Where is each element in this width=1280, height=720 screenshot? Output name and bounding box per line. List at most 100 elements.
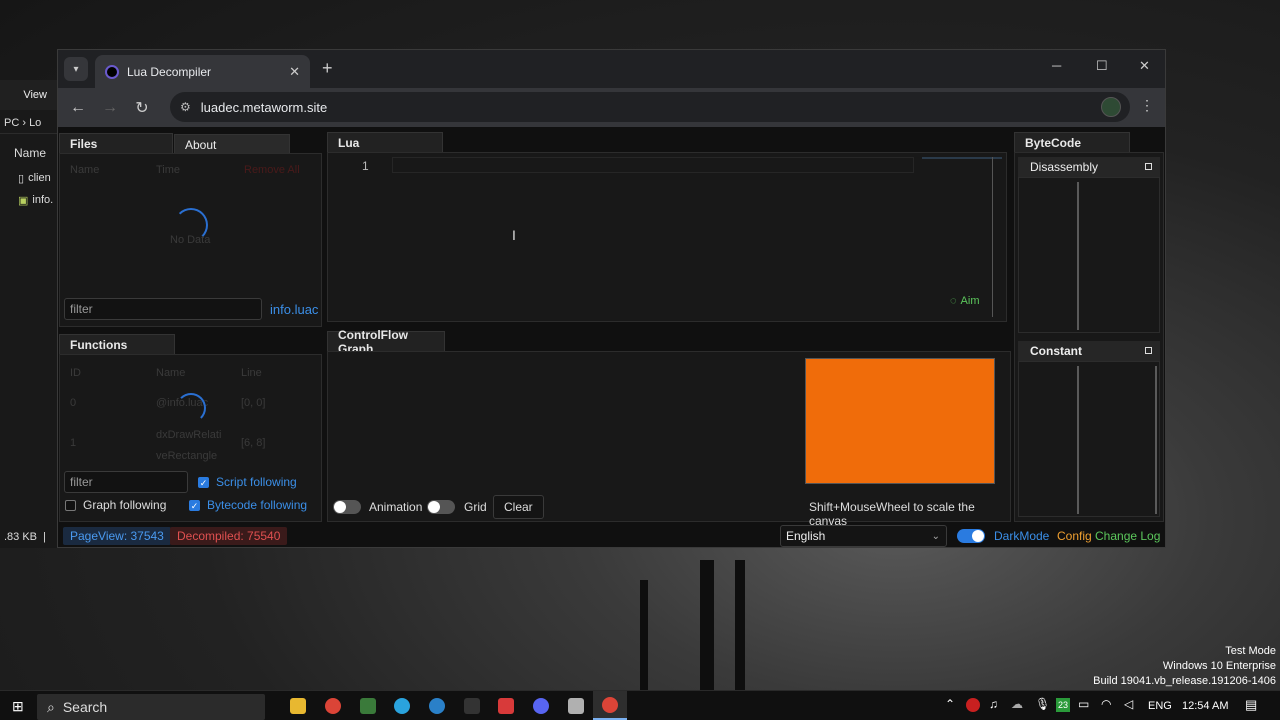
tab-lua[interactable]: Lua bbox=[327, 132, 443, 152]
address-bar[interactable]: ⚙ luadec.metaworm.site ☆ bbox=[170, 92, 1130, 122]
grid-toggle[interactable] bbox=[427, 500, 455, 514]
close-window-button[interactable]: ✕ bbox=[1139, 58, 1150, 74]
function-row-line[interactable]: [6, 8] bbox=[241, 437, 265, 449]
constant-scrollbar-right[interactable] bbox=[1155, 366, 1157, 514]
taskbar-search-box[interactable]: ⌕ Search bbox=[37, 694, 265, 720]
code-editor[interactable] bbox=[392, 157, 914, 173]
lua-editor-panel: 1 I ◌ Aim bbox=[327, 152, 1007, 322]
clear-button[interactable]: Clear bbox=[493, 495, 544, 519]
graph-following-checkbox[interactable]: Graph following bbox=[65, 498, 166, 512]
tab-bytecode[interactable]: ByteCode bbox=[1014, 132, 1130, 152]
toggle-knob bbox=[972, 530, 984, 542]
explorer-breadcrumb[interactable]: PC › Lo bbox=[0, 112, 59, 134]
wifi-icon[interactable]: ◠ bbox=[1101, 697, 1111, 711]
favicon-icon bbox=[105, 64, 119, 79]
darkmode-label: DarkMode bbox=[994, 529, 1050, 543]
darkmode-toggle[interactable] bbox=[957, 529, 985, 543]
animation-toggle[interactable] bbox=[333, 500, 361, 514]
disassembly-scrollbar[interactable] bbox=[1077, 182, 1079, 330]
constant-view[interactable] bbox=[1018, 361, 1160, 517]
tab-search-button[interactable]: ▾ bbox=[64, 57, 88, 81]
config-link[interactable]: Config bbox=[1057, 529, 1092, 543]
graph-canvas[interactable] bbox=[805, 358, 995, 484]
tab-files[interactable]: Files bbox=[59, 133, 173, 153]
aim-button[interactable]: ◌ Aim bbox=[950, 295, 980, 307]
explorer-menu-view[interactable]: View bbox=[0, 80, 59, 110]
telegram-icon[interactable] bbox=[394, 698, 410, 714]
disassembly-view[interactable] bbox=[1018, 177, 1160, 333]
back-button[interactable]: ← bbox=[62, 99, 94, 117]
checkbox-checked-icon: ✓ bbox=[198, 476, 209, 488]
file-explorer-icon[interactable] bbox=[290, 698, 306, 714]
app-icon[interactable] bbox=[360, 698, 376, 714]
explorer-file-item[interactable]: ▣ info. bbox=[0, 190, 59, 210]
discord-icon[interactable] bbox=[533, 698, 549, 714]
browser-tab[interactable]: Lua Decompiler ✕ bbox=[95, 55, 310, 88]
tree-trunk bbox=[735, 560, 745, 690]
editor-scrollbar[interactable] bbox=[992, 157, 993, 317]
maximize-icon[interactable] bbox=[1145, 163, 1152, 170]
functions-col-id[interactable]: ID bbox=[70, 367, 81, 379]
language-select[interactable]: English ⌄ bbox=[780, 525, 947, 547]
disassembly-header[interactable]: Disassembly bbox=[1018, 157, 1160, 177]
microphone-icon[interactable]: 🎙 bbox=[1035, 697, 1050, 711]
function-row-id[interactable]: 0 bbox=[70, 397, 76, 409]
files-col-name[interactable]: Name bbox=[70, 164, 99, 176]
explorer-status: .83 KB | bbox=[4, 531, 47, 543]
script-following-checkbox[interactable]: ✓ Script following bbox=[198, 475, 297, 489]
functions-col-line[interactable]: Line bbox=[241, 367, 262, 379]
changelog-link[interactable]: Change Log bbox=[1095, 529, 1160, 543]
files-col-time[interactable]: Time bbox=[156, 164, 180, 176]
function-row-name[interactable]: dxDrawRelati veRectangle bbox=[156, 425, 228, 467]
chrome-active-taskbar-item[interactable] bbox=[593, 691, 627, 720]
recorder-icon[interactable] bbox=[498, 698, 514, 714]
functions-col-name[interactable]: Name bbox=[156, 367, 185, 379]
constant-header[interactable]: Constant bbox=[1018, 341, 1160, 361]
volume-icon[interactable]: ◁ bbox=[1124, 697, 1133, 711]
explorer-file-item[interactable]: ▯ clien bbox=[0, 168, 59, 188]
maximize-button[interactable]: ☐ bbox=[1096, 58, 1108, 74]
tab-title: Lua Decompiler bbox=[127, 64, 212, 79]
function-row-line[interactable]: [0, 0] bbox=[241, 397, 265, 409]
editor-scroll-indicator bbox=[922, 157, 1002, 159]
profile-avatar[interactable] bbox=[1101, 97, 1121, 117]
site-settings-icon[interactable]: ⚙ bbox=[180, 100, 191, 114]
close-tab-icon[interactable]: ✕ bbox=[289, 64, 300, 80]
forward-button[interactable]: → bbox=[94, 99, 126, 117]
files-filter-input[interactable]: filter bbox=[64, 298, 262, 320]
battery-icon[interactable]: ▭ bbox=[1078, 697, 1089, 711]
tab-about[interactable]: About bbox=[174, 134, 290, 154]
minimize-button[interactable]: ─ bbox=[1052, 58, 1061, 73]
functions-filter-input[interactable]: filter bbox=[64, 471, 188, 493]
tray-badge-icon[interactable]: 23 bbox=[1056, 698, 1070, 712]
remove-all-button[interactable]: Remove All bbox=[244, 164, 300, 176]
aim-icon: ◌ bbox=[950, 295, 957, 307]
bytecode-following-checkbox[interactable]: ✓ Bytecode following bbox=[189, 498, 307, 512]
notifications-icon[interactable]: ▤ bbox=[1245, 697, 1257, 713]
tray-expand-icon[interactable]: ⌃ bbox=[945, 697, 955, 711]
tray-app-icon[interactable] bbox=[966, 698, 980, 712]
page-content: Files About Name Time Remove All No Data… bbox=[58, 127, 1165, 547]
new-tab-button[interactable]: + bbox=[322, 58, 333, 79]
browser-menu-icon[interactable]: ⋮ bbox=[1140, 97, 1154, 114]
explorer-col-name[interactable]: Name bbox=[0, 146, 59, 160]
windows-start-icon[interactable]: ⊞ bbox=[12, 698, 24, 715]
app-v-icon[interactable] bbox=[429, 698, 445, 714]
clock[interactable]: 12:54 AM bbox=[1182, 700, 1228, 712]
headphones-icon[interactable]: ♫ bbox=[989, 697, 998, 711]
input-language[interactable]: ENG bbox=[1148, 700, 1172, 712]
maximize-icon[interactable] bbox=[1145, 347, 1152, 354]
app-icon[interactable] bbox=[568, 698, 584, 714]
current-file-link[interactable]: info.luac bbox=[270, 302, 318, 317]
grid-label: Grid bbox=[464, 500, 487, 514]
tab-controlflow-graph[interactable]: ControlFlow Graph bbox=[327, 328, 445, 356]
url-text: luadec.metaworm.site bbox=[200, 99, 328, 115]
chrome-icon[interactable] bbox=[325, 698, 341, 714]
function-row-id[interactable]: 1 bbox=[70, 437, 76, 449]
cloud-icon[interactable]: ☁ bbox=[1011, 697, 1023, 711]
constant-scrollbar[interactable] bbox=[1077, 366, 1079, 514]
pageview-badge: PageView: 37543 bbox=[63, 527, 171, 545]
reload-button[interactable]: ↻ bbox=[126, 98, 158, 118]
camera-icon[interactable] bbox=[464, 698, 480, 714]
tab-functions[interactable]: Functions bbox=[59, 334, 175, 354]
